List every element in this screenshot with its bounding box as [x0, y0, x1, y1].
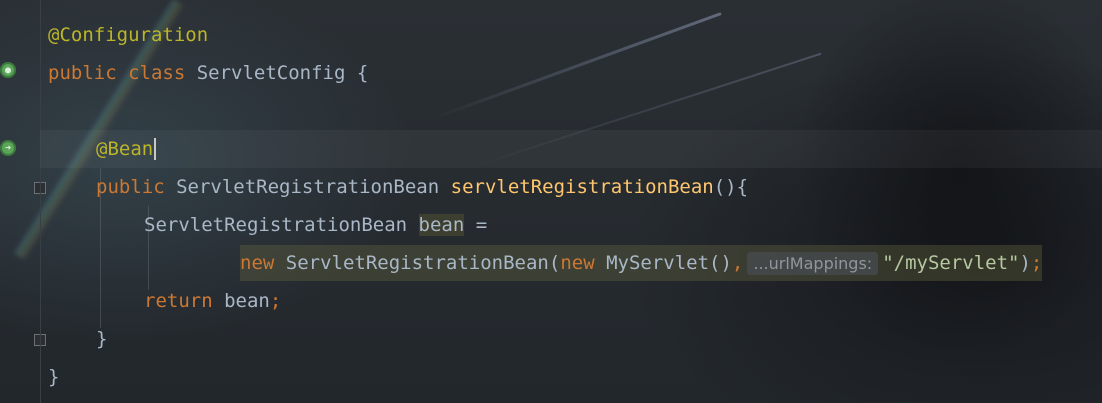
- type-token: ServletRegistrationBean(: [285, 252, 561, 274]
- code-line[interactable]: return bean;: [48, 282, 1102, 320]
- variable-token-highlighted: bean: [418, 214, 465, 236]
- code-line[interactable]: ServletRegistrationBean bean =: [48, 206, 1102, 244]
- code-line[interactable]: public ServletRegistrationBean servletRe…: [48, 168, 1102, 206]
- type-token: ServletRegistrationBean: [176, 176, 451, 198]
- punctuation-token: (){: [713, 176, 749, 198]
- code-editor[interactable]: @Configuration public class ServletConfi…: [40, 0, 1102, 403]
- code-line-empty[interactable]: [48, 92, 1102, 130]
- semicolon-token: ;: [1030, 252, 1043, 274]
- closing-brace-token: }: [48, 366, 60, 388]
- identifier-token: MyServlet(): [606, 252, 732, 274]
- code-line[interactable]: new ServletRegistrationBean(new MyServle…: [48, 244, 1102, 282]
- keyword-token: public class: [48, 62, 197, 84]
- keyword-token: public: [96, 176, 177, 198]
- code-line[interactable]: public class ServletConfig {: [48, 54, 1102, 92]
- identifier-token: ServletConfig {: [196, 62, 369, 84]
- method-name-token: servletRegistrationBean: [450, 176, 714, 198]
- punctuation-token: ,: [731, 252, 744, 274]
- keyword-token: new: [240, 252, 286, 274]
- code-line[interactable]: @Configuration: [48, 16, 1102, 54]
- code-line[interactable]: }: [48, 320, 1102, 358]
- code-line[interactable]: }: [48, 358, 1102, 396]
- gutter-separator: [40, 0, 41, 403]
- semicolon-token: ;: [269, 290, 282, 312]
- editor-gutter[interactable]: ● ➜: [0, 0, 46, 403]
- keyword-token: return: [144, 290, 225, 312]
- parameter-name-hint: ...urlMappings:: [747, 251, 879, 275]
- code-line-current[interactable]: @Bean: [40, 130, 1102, 168]
- spring-bean-config-icon[interactable]: ●: [0, 62, 16, 78]
- keyword-token: new: [560, 252, 607, 274]
- operator-token: =: [464, 214, 488, 236]
- identifier-token: bean: [224, 290, 270, 312]
- annotation-token: @Bean: [96, 138, 154, 160]
- string-literal-token: "/myServlet": [882, 252, 1020, 274]
- punctuation-token: ): [1019, 252, 1031, 274]
- text-caret: [154, 138, 157, 160]
- annotation-token: @Configuration: [48, 24, 209, 46]
- closing-brace-token: }: [96, 328, 108, 350]
- spring-bean-method-icon[interactable]: ➜: [0, 140, 16, 156]
- type-token: ServletRegistrationBean: [144, 214, 419, 236]
- highlighted-expression: new ServletRegistrationBean(new MyServle…: [240, 245, 1043, 281]
